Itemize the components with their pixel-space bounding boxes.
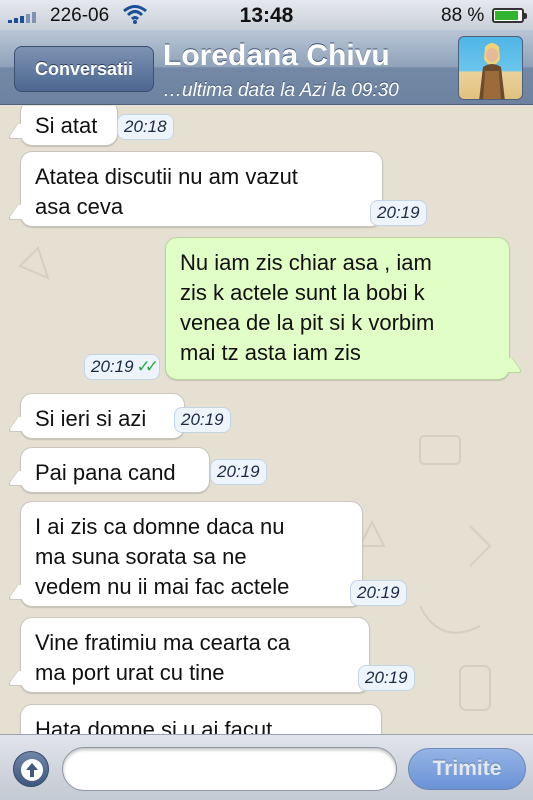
message-time: 20:19 (174, 407, 231, 433)
message-bubble-outgoing[interactable]: Nu iam zis chiar asa , iam zis k actele … (165, 237, 510, 380)
contact-name[interactable]: Loredana Chivu (163, 39, 443, 73)
message-bubble-incoming[interactable]: Pai pana cand (20, 447, 210, 493)
chat-header: Conversatii Loredana Chivu …ultima data … (0, 30, 533, 105)
battery-icon (492, 8, 527, 23)
chat-area[interactable]: Si atat 20:18 Atatea discutii nu am vazu… (0, 106, 533, 734)
battery-percent: 88 % (441, 5, 485, 26)
message-text: Pai pana cand (35, 460, 176, 485)
message-text: Si atat (35, 113, 98, 138)
arrow-up-icon (21, 759, 43, 781)
send-button[interactable]: Trimite (408, 748, 526, 790)
message-input[interactable] (62, 747, 397, 791)
message-text: Hata domne si u ai facut (35, 717, 273, 734)
message-text: Nu iam zis chiar asa , iam zis k actele … (180, 250, 435, 365)
message-text: Atatea discutii nu am vazut asa ceva (35, 164, 298, 219)
message-text: Vine fratimiu ma cearta ca ma port urat … (35, 630, 291, 685)
message-time: 20:18 (117, 114, 174, 140)
message-bubble-incoming[interactable]: Si ieri si azi (20, 393, 185, 439)
message-bubble-incoming[interactable]: Atatea discutii nu am vazut asa ceva (20, 151, 383, 227)
message-text: I ai zis ca domne daca nu ma suna sorata… (35, 514, 290, 599)
attach-button[interactable] (13, 751, 49, 787)
message-time: 20:19 (370, 200, 427, 226)
last-seen-status: …ultima data la Azi la 09:30 (163, 80, 399, 101)
message-input-bar: Trimite (0, 734, 533, 800)
message-bubble-incoming[interactable]: I ai zis ca domne daca nu ma suna sorata… (20, 501, 363, 607)
message-time: 20:19 (350, 580, 407, 606)
battery-fill (495, 11, 518, 20)
back-button-label: Conversatii (34, 58, 134, 79)
message-time-value: 20:19 (91, 357, 134, 376)
status-bar: 226-06 13:48 88 % (0, 0, 533, 30)
message-bubble-incoming[interactable]: Vine fratimiu ma cearta ca ma port urat … (20, 617, 370, 693)
message-time: 20:19 (210, 459, 267, 485)
avatar[interactable] (458, 36, 523, 100)
message-bubble-incoming[interactable]: Si atat (20, 106, 118, 146)
message-text: Si ieri si azi (35, 406, 147, 431)
message-bubble-incoming[interactable]: Hata domne si u ai facut (20, 704, 382, 734)
read-receipt-icon: ✓✓ (136, 357, 159, 376)
back-button[interactable]: Conversatii (14, 46, 154, 92)
message-time: 20:19 ✓✓ (84, 354, 161, 380)
message-time: 20:19 (358, 665, 415, 691)
